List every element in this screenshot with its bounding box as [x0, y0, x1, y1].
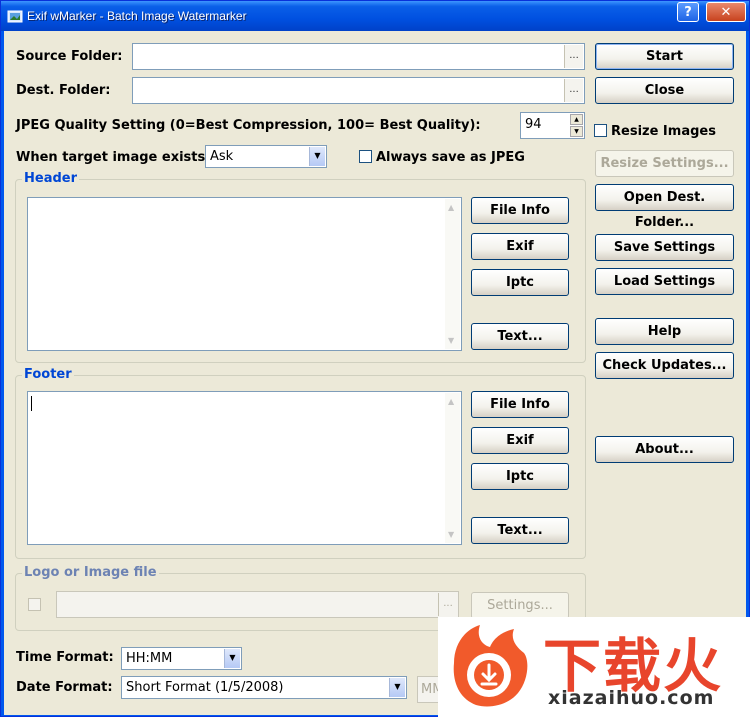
target-exists-select[interactable]: Ask ▼: [205, 145, 327, 168]
help-title-button[interactable]: ?: [677, 2, 699, 22]
title-bar[interactable]: Exif wMarker - Batch Image Watermarker ?…: [1, 1, 749, 31]
date-format-value: Short Format (1/5/2008): [126, 680, 284, 695]
spin-up-icon[interactable]: ▲: [570, 114, 583, 125]
scroll-up-icon[interactable]: ▲: [448, 397, 454, 406]
logo-browse-button[interactable]: ...: [438, 593, 457, 616]
resize-settings-button[interactable]: Resize Settings...: [595, 150, 734, 177]
text-caret: [31, 396, 32, 411]
client-area: Source Folder: ... Dest. Folder: ... JPE…: [4, 31, 746, 715]
date-format-select[interactable]: Short Format (1/5/2008) ▼: [121, 676, 407, 699]
spin-down-icon[interactable]: ▼: [570, 126, 583, 137]
jpeg-quality-spinner[interactable]: 94 ▲ ▼: [520, 112, 585, 139]
check-updates-button[interactable]: Check Updates...: [595, 352, 734, 379]
footer-scrollbar[interactable]: ▲ ▼: [445, 393, 460, 543]
about-button[interactable]: About...: [595, 436, 734, 463]
time-format-label: Time Format:: [16, 650, 114, 665]
target-exists-label: When target image exists:: [16, 150, 211, 165]
jpeg-quality-label: JPEG Quality Setting (0=Best Compression…: [16, 118, 481, 133]
start-button[interactable]: Start: [595, 43, 734, 70]
source-browse-button[interactable]: ...: [564, 45, 583, 68]
header-text-button[interactable]: Text...: [471, 323, 569, 350]
time-format-select[interactable]: HH:MM ▼: [121, 647, 242, 670]
header-scrollbar[interactable]: ▲ ▼: [445, 199, 460, 349]
header-group-title: Header: [22, 171, 80, 186]
flame-logo-icon: [453, 625, 528, 707]
resize-images-checkbox[interactable]: [594, 124, 607, 137]
target-exists-value: Ask: [210, 149, 234, 164]
chevron-down-icon[interactable]: ▼: [309, 147, 325, 166]
header-file-info-button[interactable]: File Info: [471, 197, 569, 224]
always-jpeg-label: Always save as JPEG: [376, 150, 525, 165]
footer-iptc-button[interactable]: Iptc: [471, 463, 569, 490]
close-button[interactable]: Close: [595, 77, 734, 104]
site-watermark: 下载火 xiazaihuo.com: [438, 617, 750, 717]
source-folder-label: Source Folder:: [16, 49, 123, 64]
logo-path-input[interactable]: ...: [56, 591, 459, 618]
help-button[interactable]: Help: [595, 318, 734, 345]
time-format-value: HH:MM: [126, 651, 173, 666]
date-format-label: Date Format:: [16, 680, 113, 695]
close-window-button[interactable]: ✕: [706, 2, 746, 22]
footer-group-title: Footer: [22, 367, 74, 382]
save-settings-button[interactable]: Save Settings: [595, 234, 734, 261]
resize-images-label: Resize Images: [611, 124, 716, 139]
footer-text-area[interactable]: ▲ ▼: [27, 391, 462, 545]
footer-exif-button[interactable]: Exif: [471, 427, 569, 454]
scroll-up-icon[interactable]: ▲: [448, 203, 454, 212]
window-title: Exif wMarker - Batch Image Watermarker: [27, 9, 247, 23]
footer-file-info-button[interactable]: File Info: [471, 391, 569, 418]
scroll-down-icon[interactable]: ▼: [448, 530, 454, 539]
header-exif-button[interactable]: Exif: [471, 233, 569, 260]
watermark-site-text: xiazaihuo.com: [548, 687, 715, 709]
chevron-down-icon[interactable]: ▼: [224, 649, 240, 668]
footer-text-button[interactable]: Text...: [471, 517, 569, 544]
scroll-down-icon[interactable]: ▼: [448, 336, 454, 345]
load-settings-button[interactable]: Load Settings: [595, 268, 734, 295]
header-iptc-button[interactable]: Iptc: [471, 269, 569, 296]
always-jpeg-checkbox[interactable]: [359, 150, 372, 163]
dest-folder-label: Dest. Folder:: [16, 83, 111, 98]
logo-checkbox[interactable]: [28, 598, 41, 611]
source-folder-input[interactable]: ...: [132, 43, 585, 70]
chevron-down-icon[interactable]: ▼: [389, 678, 405, 697]
header-text-area[interactable]: ▲ ▼: [27, 197, 462, 351]
logo-settings-button[interactable]: Settings...: [471, 592, 569, 619]
jpeg-quality-value: 94: [525, 117, 542, 132]
dest-folder-input[interactable]: ...: [132, 77, 585, 104]
open-dest-folder-button[interactable]: Open Dest. Folder...: [595, 184, 734, 230]
app-icon: [7, 10, 23, 23]
dest-browse-button[interactable]: ...: [564, 79, 583, 102]
logo-group-title: Logo or Image file: [22, 565, 159, 580]
app-window: Exif wMarker - Batch Image Watermarker ?…: [0, 0, 750, 717]
